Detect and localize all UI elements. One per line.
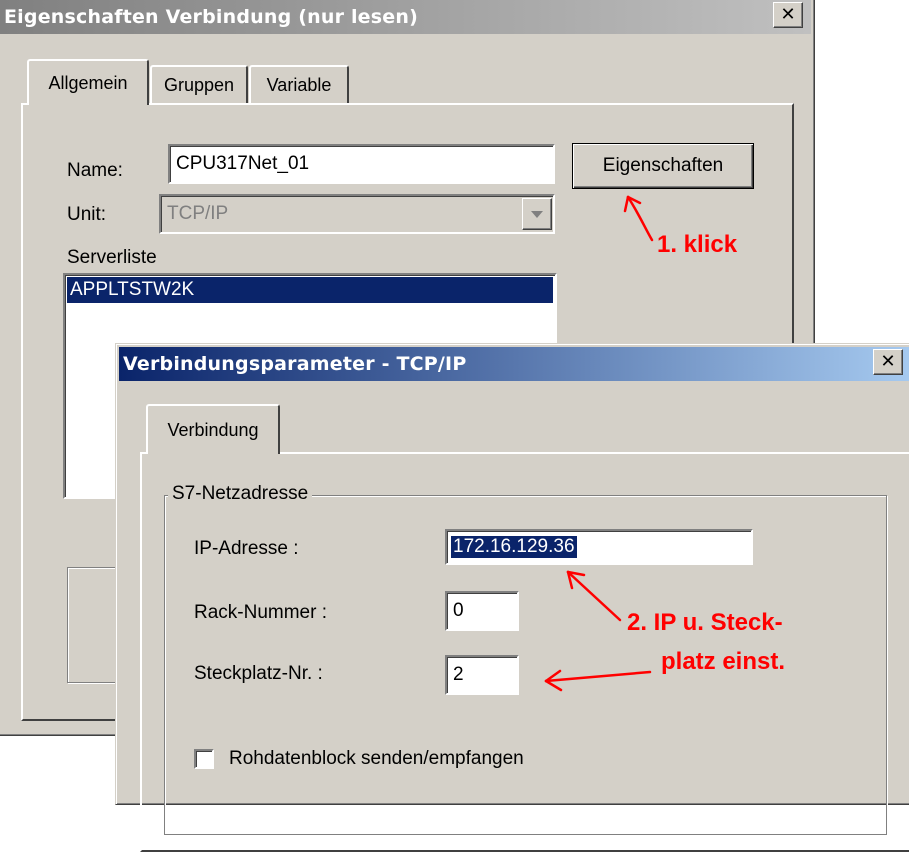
annotation-step2-line2: platz einst.	[661, 648, 786, 675]
annotation-step2-line1: 2. IP u. Steck-	[627, 609, 783, 636]
annotation-step1: 1. klick	[657, 231, 738, 258]
arrow-to-ip	[566, 570, 622, 622]
arrow-to-eigenschaften	[623, 195, 654, 242]
arrow-to-slot	[544, 669, 652, 692]
